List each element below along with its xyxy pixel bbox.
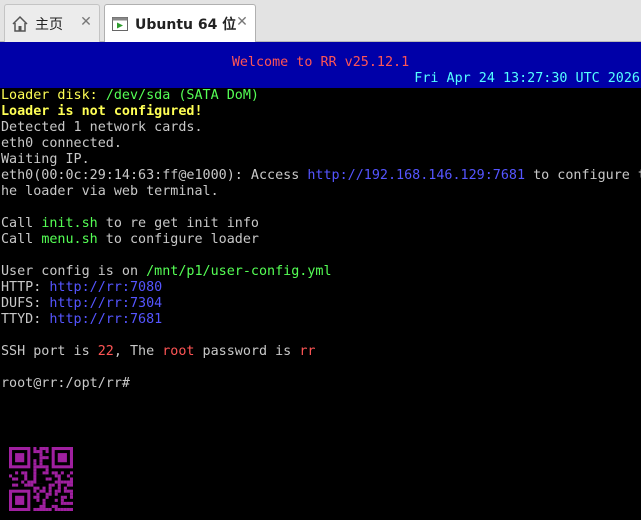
dufs-link[interactable]: http://rr:7304: [49, 296, 162, 311]
terminal-output: Loader disk: /dev/sda (SATA DoM) Loader …: [1, 88, 641, 392]
line-call-menu: Call menu.sh to configure loader: [1, 232, 259, 247]
tab-ubuntu-vm[interactable]: Ubuntu 64 位 ✕: [104, 4, 256, 42]
console-banner: Welcome to RR v25.12.1 Fri Apr 24 13:27:…: [0, 42, 641, 88]
line-blank: [1, 360, 641, 376]
vm-icon: [111, 15, 129, 33]
http-link[interactable]: http://rr:7080: [49, 280, 162, 295]
line-blank: [1, 248, 641, 264]
qr-code: [9, 447, 73, 511]
access-url-link[interactable]: http://192.168.146.129:7681: [307, 168, 525, 183]
line-ssh: SSH port is 22, The root password is rr: [1, 344, 316, 359]
line-http: HTTP: http://rr:7080: [1, 280, 163, 295]
banner-title: Welcome to RR v25.12.1: [231, 55, 410, 70]
line-prompt[interactable]: root@rr:/opt/rr#: [1, 376, 641, 392]
line-dufs: DUFS: http://rr:7304: [1, 296, 163, 311]
tab-home[interactable]: 主页 ✕: [4, 4, 100, 42]
tab-ubuntu-vm-label: Ubuntu 64 位: [135, 16, 237, 33]
tab-home-label: 主页: [35, 16, 63, 33]
close-icon[interactable]: ✕: [235, 15, 249, 29]
banner-datetime: Fri Apr 24 13:27:30 UTC 2026: [414, 71, 640, 86]
line-blank: [1, 200, 641, 216]
line-detected: Detected 1 network cards.: [1, 120, 203, 135]
shell-prompt: root@rr:/opt/rr#: [1, 376, 130, 391]
vm-console[interactable]: Welcome to RR v25.12.1 Fri Apr 24 13:27:…: [0, 42, 641, 520]
line-access-cont: he loader via web terminal.: [1, 184, 219, 199]
ttyd-link[interactable]: http://rr:7681: [49, 312, 162, 327]
line-user-config: User config is on /mnt/p1/user-config.ym…: [1, 264, 332, 279]
line-loader-disk: Loader disk: /dev/sda (SATA DoM): [1, 88, 259, 103]
line-ttyd: TTYD: http://rr:7681: [1, 312, 163, 327]
line-waiting: Waiting IP.: [1, 152, 90, 167]
tab-strip: 主页 ✕ Ubuntu 64 位 ✕: [0, 0, 641, 42]
line-call-init: Call init.sh to re get init info: [1, 216, 259, 231]
close-icon[interactable]: ✕: [79, 15, 93, 29]
home-icon: [11, 15, 29, 33]
line-blank: [1, 328, 641, 344]
line-access: eth0(00:0c:29:14:63:ff@e1000): Access ht…: [1, 168, 641, 183]
line-not-configured: Loader is not configured!: [1, 104, 203, 119]
line-connected: eth0 connected.: [1, 136, 122, 151]
